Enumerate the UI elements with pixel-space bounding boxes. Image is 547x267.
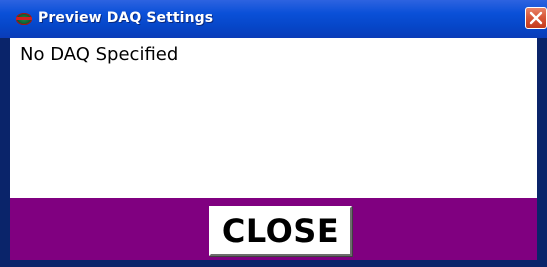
dialog-window: Preview DAQ Settings No DAQ Specified CL…: [0, 0, 547, 267]
window-bottom-border: [0, 260, 547, 267]
close-icon: [529, 11, 543, 25]
app-logo-icon: [16, 13, 32, 25]
window-close-button[interactable]: [525, 7, 547, 29]
window-title: Preview DAQ Settings: [38, 10, 214, 26]
button-bar: CLOSE: [10, 198, 537, 260]
close-button[interactable]: CLOSE: [209, 206, 352, 256]
status-message: No DAQ Specified: [20, 44, 179, 65]
content-area: No DAQ Specified: [10, 38, 537, 198]
title-bar[interactable]: Preview DAQ Settings: [0, 0, 547, 38]
